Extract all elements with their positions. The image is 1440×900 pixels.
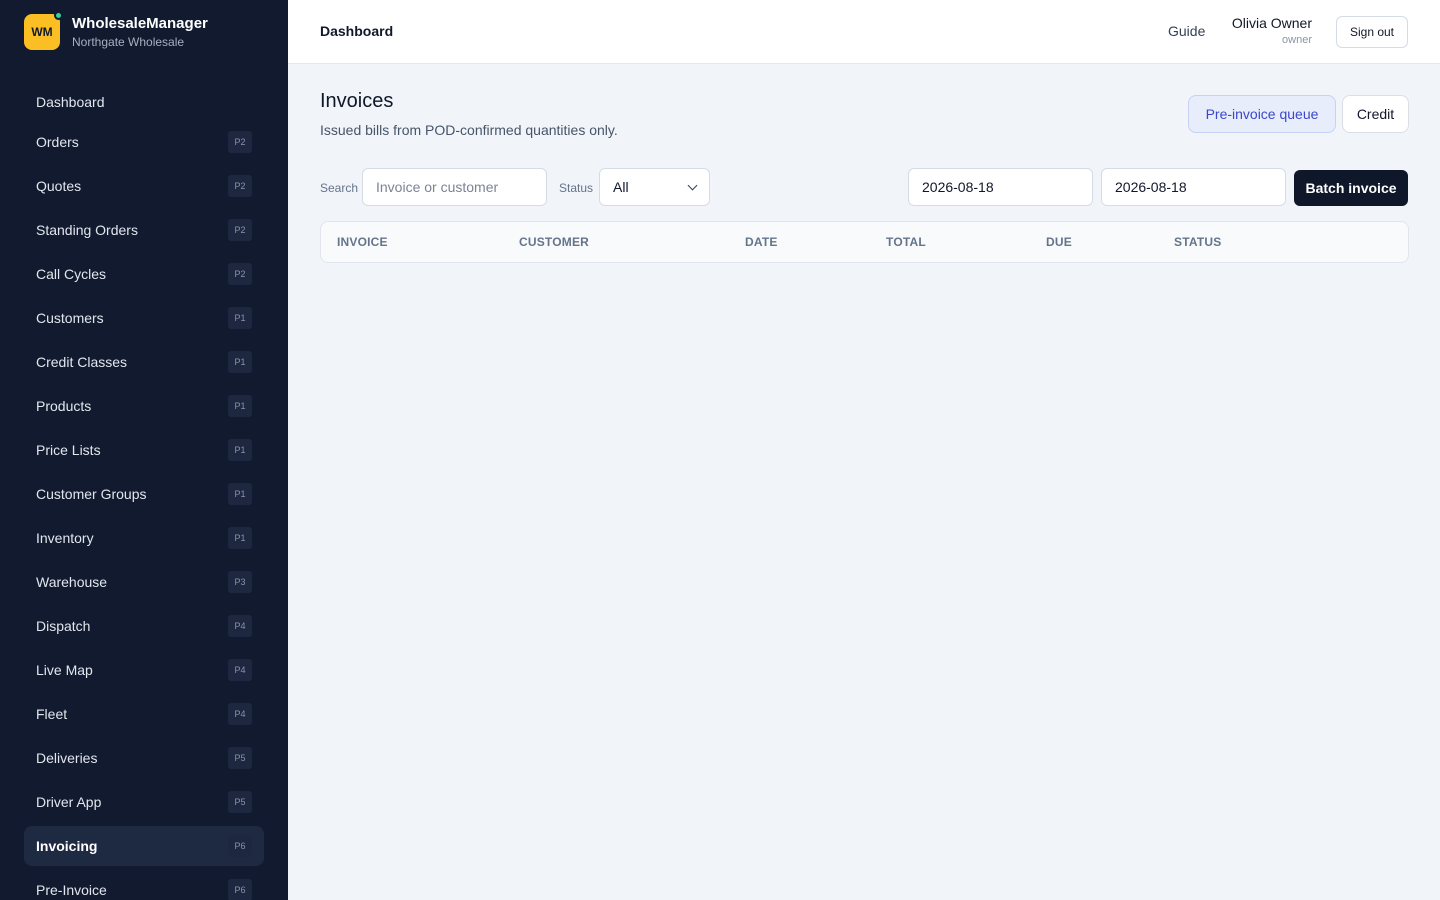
phase-badge: P4 xyxy=(228,659,252,681)
phase-badge: P1 xyxy=(228,351,252,373)
sidebar-item-dashboard[interactable]: Dashboard xyxy=(24,82,264,122)
search-label: Search xyxy=(320,181,359,195)
sidebar: WM WholesaleManager Northgate Wholesale … xyxy=(0,0,288,900)
invoices-table: INVOICE CUSTOMER DATE TOTAL DUE STATUS xyxy=(320,221,1409,263)
phase-badge: P2 xyxy=(228,263,252,285)
brand[interactable]: WM WholesaleManager Northgate Wholesale xyxy=(24,11,208,50)
search-input[interactable] xyxy=(362,168,547,206)
phase-badge: P5 xyxy=(228,747,252,769)
pre-invoice-queue-button[interactable]: Pre-invoice queue xyxy=(1188,95,1336,133)
logo-text: WM xyxy=(31,25,53,39)
sidebar-item-label: Standing Orders xyxy=(36,222,138,238)
sidebar-item-label: Call Cycles xyxy=(36,266,107,282)
sidebar-item-label: Quotes xyxy=(36,178,82,194)
page-subtitle: Issued bills from POD-confirmed quantiti… xyxy=(320,122,618,138)
top-bar: Dashboard Guide Olivia Owner owner Sign … xyxy=(288,0,1440,64)
app-logo: WM xyxy=(24,11,63,50)
sidebar-item-dispatch[interactable]: Dispatch P4 xyxy=(24,606,264,646)
column-header-due[interactable]: DUE xyxy=(1046,235,1072,249)
app-name: WholesaleManager xyxy=(72,14,208,32)
sign-out-button[interactable]: Sign out xyxy=(1336,16,1408,48)
sidebar-item-label: Customer Groups xyxy=(36,486,147,502)
sidebar-item-label: Dashboard xyxy=(36,94,105,110)
date-from-input[interactable]: 2026-08-18 xyxy=(908,168,1093,206)
company-name: Northgate Wholesale xyxy=(72,34,185,49)
status-select[interactable]: All xyxy=(599,168,710,206)
sidebar-item-label: Inventory xyxy=(36,530,94,546)
sidebar-item-invoicing[interactable]: Invoicing P6 xyxy=(24,826,264,866)
user-info: Olivia Owner owner xyxy=(1232,14,1312,47)
batch-invoice-button[interactable]: Batch invoice xyxy=(1294,170,1408,206)
sidebar-item-label: Deliveries xyxy=(36,750,98,766)
phase-badge: P6 xyxy=(228,879,252,900)
sidebar-item-customers[interactable]: Customers P1 xyxy=(24,298,264,338)
phase-badge: P2 xyxy=(228,175,252,197)
sidebar-item-label: Dispatch xyxy=(36,618,91,634)
phase-badge: P2 xyxy=(228,131,252,153)
chevron-down-icon xyxy=(687,180,698,190)
column-header-date[interactable]: DATE xyxy=(745,235,778,249)
online-status-dot xyxy=(54,11,63,20)
status-label: Status xyxy=(559,181,594,195)
phase-badge: P4 xyxy=(228,615,252,637)
sidebar-item-label: Price Lists xyxy=(36,442,101,458)
page-title: Invoices xyxy=(320,90,394,112)
sidebar-item-call-cycles[interactable]: Call Cycles P2 xyxy=(24,254,264,294)
sidebar-item-label: Credit Classes xyxy=(36,354,128,370)
column-header-invoice[interactable]: INVOICE xyxy=(337,235,388,249)
sidebar-item-deliveries[interactable]: Deliveries P5 xyxy=(24,738,264,778)
column-header-customer[interactable]: CUSTOMER xyxy=(519,235,589,249)
credit-button[interactable]: Credit xyxy=(1342,95,1409,133)
phase-badge: P5 xyxy=(228,791,252,813)
phase-badge: P4 xyxy=(228,703,252,725)
user-name: Olivia Owner xyxy=(1231,15,1312,31)
sidebar-item-standing-orders[interactable]: Standing Orders P2 xyxy=(24,210,264,250)
column-header-status[interactable]: STATUS xyxy=(1174,235,1221,249)
date-to-value: 2026-08-18 xyxy=(1115,179,1187,195)
phase-badge: P1 xyxy=(228,395,252,417)
phase-badge: P6 xyxy=(228,835,252,857)
sidebar-item-driver-app[interactable]: Driver App P5 xyxy=(24,782,264,822)
sidebar-item-label: Warehouse xyxy=(36,574,108,590)
date-to-input[interactable]: 2026-08-18 xyxy=(1101,168,1286,206)
sidebar-item-products[interactable]: Products P1 xyxy=(24,386,264,426)
sidebar-item-label: Live Map xyxy=(36,662,93,678)
phase-badge: P1 xyxy=(228,439,252,461)
sidebar-item-warehouse[interactable]: Warehouse P3 xyxy=(24,562,264,602)
sidebar-nav: Dashboard Orders P2 Quotes P2 Standing O… xyxy=(24,82,264,900)
date-from-value: 2026-08-18 xyxy=(922,179,994,195)
user-role: owner xyxy=(1282,34,1312,46)
phase-badge: P2 xyxy=(228,219,252,241)
phase-badge: P3 xyxy=(228,571,252,593)
sidebar-item-pre-invoice[interactable]: Pre-Invoice P6 xyxy=(24,870,264,900)
status-select-value: All xyxy=(613,179,629,195)
sidebar-item-label: Orders xyxy=(36,134,79,150)
column-header-total[interactable]: TOTAL xyxy=(886,235,926,249)
sidebar-item-label: Driver App xyxy=(36,794,102,810)
guide-link[interactable]: Guide xyxy=(1168,23,1205,39)
phase-badge: P1 xyxy=(228,307,252,329)
sidebar-item-label: Products xyxy=(36,398,92,414)
sidebar-item-price-lists[interactable]: Price Lists P1 xyxy=(24,430,264,470)
sidebar-item-customer-groups[interactable]: Customer Groups P1 xyxy=(24,474,264,514)
sidebar-item-label: Invoicing xyxy=(36,838,98,854)
phase-badge: P1 xyxy=(228,527,252,549)
breadcrumb[interactable]: Dashboard xyxy=(320,23,393,39)
sidebar-item-inventory[interactable]: Inventory P1 xyxy=(24,518,264,558)
sidebar-item-label: Pre-Invoice xyxy=(36,882,107,898)
sidebar-item-label: Customers xyxy=(36,310,104,326)
phase-badge: P1 xyxy=(228,483,252,505)
sidebar-item-credit-classes[interactable]: Credit Classes P1 xyxy=(24,342,264,382)
sidebar-item-orders[interactable]: Orders P2 xyxy=(24,122,264,162)
sidebar-item-live-map[interactable]: Live Map P4 xyxy=(24,650,264,690)
sidebar-item-quotes[interactable]: Quotes P2 xyxy=(24,166,264,206)
sidebar-item-label: Fleet xyxy=(36,706,68,722)
sidebar-item-fleet[interactable]: Fleet P4 xyxy=(24,694,264,734)
